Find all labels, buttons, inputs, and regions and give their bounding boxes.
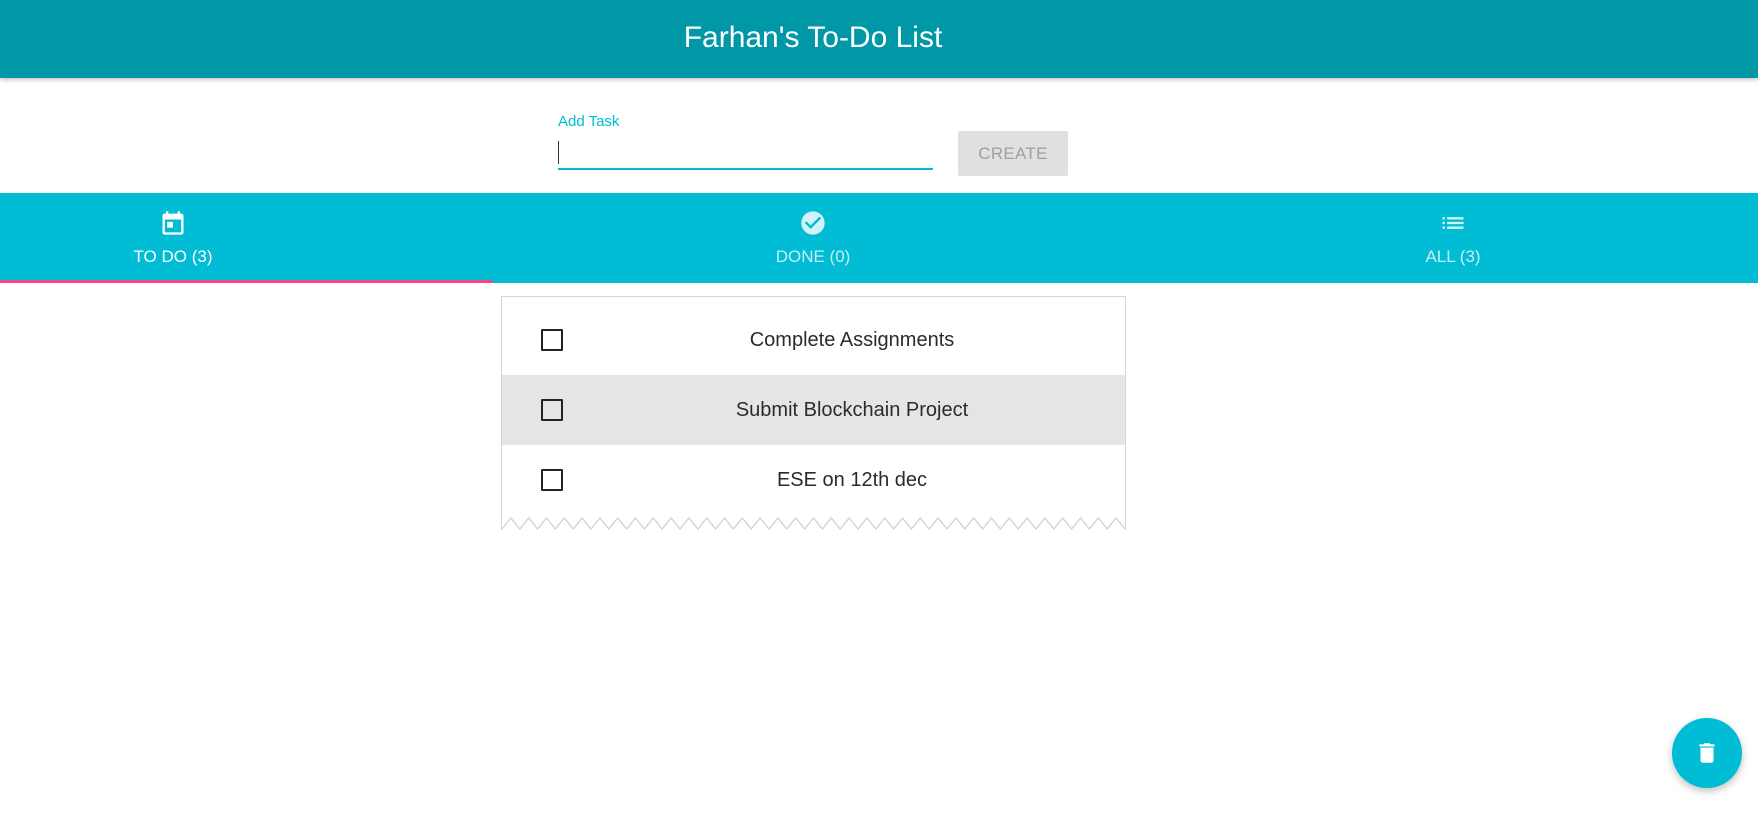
active-tab-indicator [0,280,493,283]
delete-icon [1699,743,1715,763]
create-button[interactable]: CREATE [958,131,1068,176]
task-checkbox[interactable] [541,399,563,421]
tab-bar: TO DO (3) DONE (0) ALL (3) [0,193,1758,283]
add-task-input[interactable] [558,136,933,170]
task-list: Complete Assignments Submit Blockchain P… [501,296,1126,530]
add-task-section: Add Task CREATE [0,78,1758,193]
tab-todo-label: TO DO (3) [133,247,213,266]
list-item[interactable]: ESE on 12th dec [502,445,1125,515]
calendar-icon [0,209,346,237]
tab-todo[interactable]: TO DO (3) [0,193,346,283]
text-caret [558,141,559,164]
list-item[interactable]: Complete Assignments [502,305,1125,375]
app-bar: Farhan's To-Do List [0,0,1758,78]
add-task-label: Add Task [558,113,620,130]
task-text: Complete Assignments [749,329,955,351]
task-checkbox[interactable] [541,329,563,351]
tab-done[interactable]: DONE (0) [640,193,986,283]
page-title: Farhan's To-Do List [683,21,943,54]
task-text: Submit Blockchain Project [735,399,969,421]
tab-all-label: ALL (3) [1425,247,1481,266]
task-text: ESE on 12th dec [776,469,928,491]
check-circle-icon [640,209,986,237]
list-item[interactable]: Submit Blockchain Project [502,375,1125,445]
tab-done-label: DONE (0) [775,247,851,266]
list-icon [1280,209,1626,237]
tab-all[interactable]: ALL (3) [1280,193,1626,283]
torn-edge-decoration [502,517,1125,530]
delete-fab-button[interactable] [1672,718,1742,788]
task-checkbox[interactable] [541,469,563,491]
